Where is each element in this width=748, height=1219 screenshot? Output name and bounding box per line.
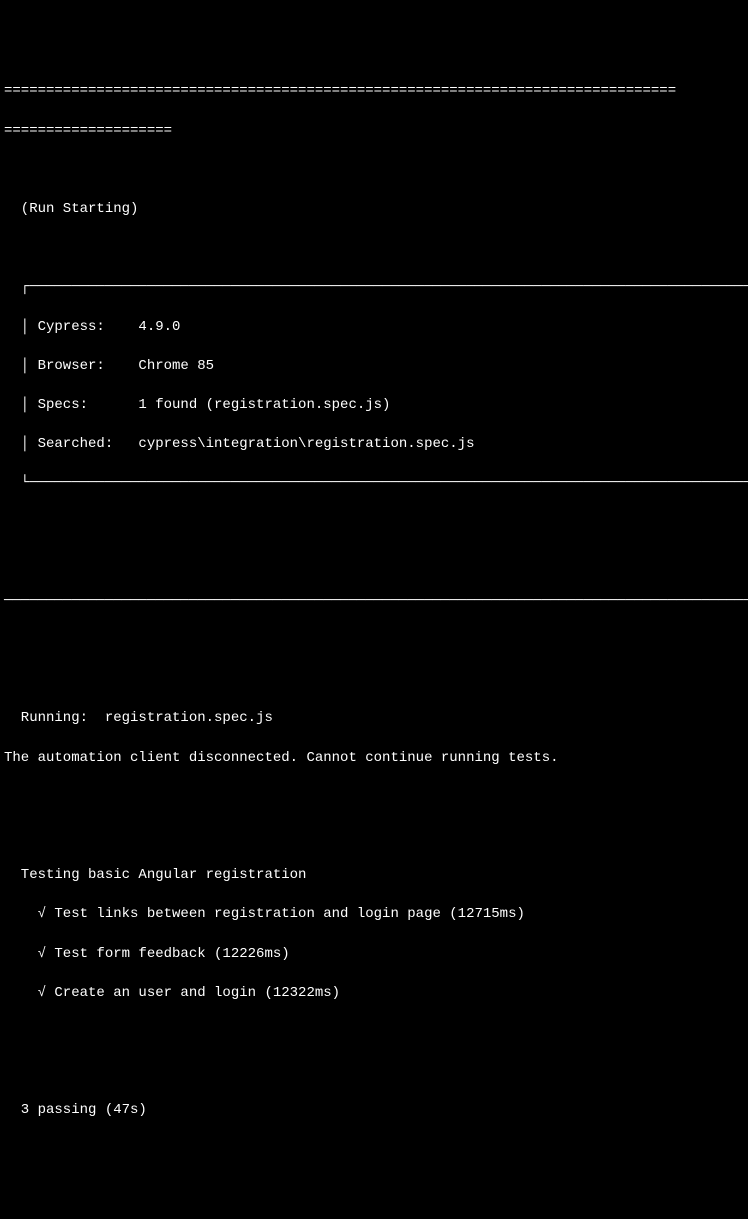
passing-summary: 3 passing (47s): [4, 1101, 744, 1121]
info-row-cypress: │ Cypress: 4.9.0 │: [4, 318, 744, 338]
info-row-searched: │ Searched: cypress\integration\registra…: [4, 435, 744, 455]
disconnect-error: The automation client disconnected. Cann…: [4, 749, 744, 769]
blank-line: [4, 239, 744, 259]
box-border-bottom: └───────────────────────────────────────…: [4, 474, 744, 494]
run-starting-label: (Run Starting): [4, 200, 744, 220]
blank-line: [4, 161, 744, 181]
test-result-1: √ Test links between registration and lo…: [4, 905, 744, 925]
blank-line: [4, 827, 744, 847]
info-row-specs: │ Specs: 1 found (registration.spec.js) …: [4, 396, 744, 416]
test-result-3: √ Create an user and login (12322ms): [4, 984, 744, 1004]
blank-line: [4, 1062, 744, 1082]
running-spec: Running: registration.spec.js (1 of 1): [4, 709, 744, 729]
divider-line: ========================================…: [4, 82, 744, 102]
box-border-top: ┌───────────────────────────────────────…: [4, 278, 744, 298]
test-result-2: √ Test form feedback (12226ms): [4, 945, 744, 965]
describe-block: Testing basic Angular registration: [4, 866, 744, 886]
divider-line: ====================: [4, 122, 744, 142]
blank-line: [4, 513, 744, 533]
horizontal-rule: ────────────────────────────────────────…: [4, 592, 744, 612]
info-row-browser: │ Browser: Chrome 85 │: [4, 357, 744, 377]
blank-line: [4, 670, 744, 690]
blank-line: [4, 1023, 744, 1043]
blank-line: [4, 553, 744, 573]
blank-line: [4, 788, 744, 808]
blank-line: [4, 631, 744, 651]
